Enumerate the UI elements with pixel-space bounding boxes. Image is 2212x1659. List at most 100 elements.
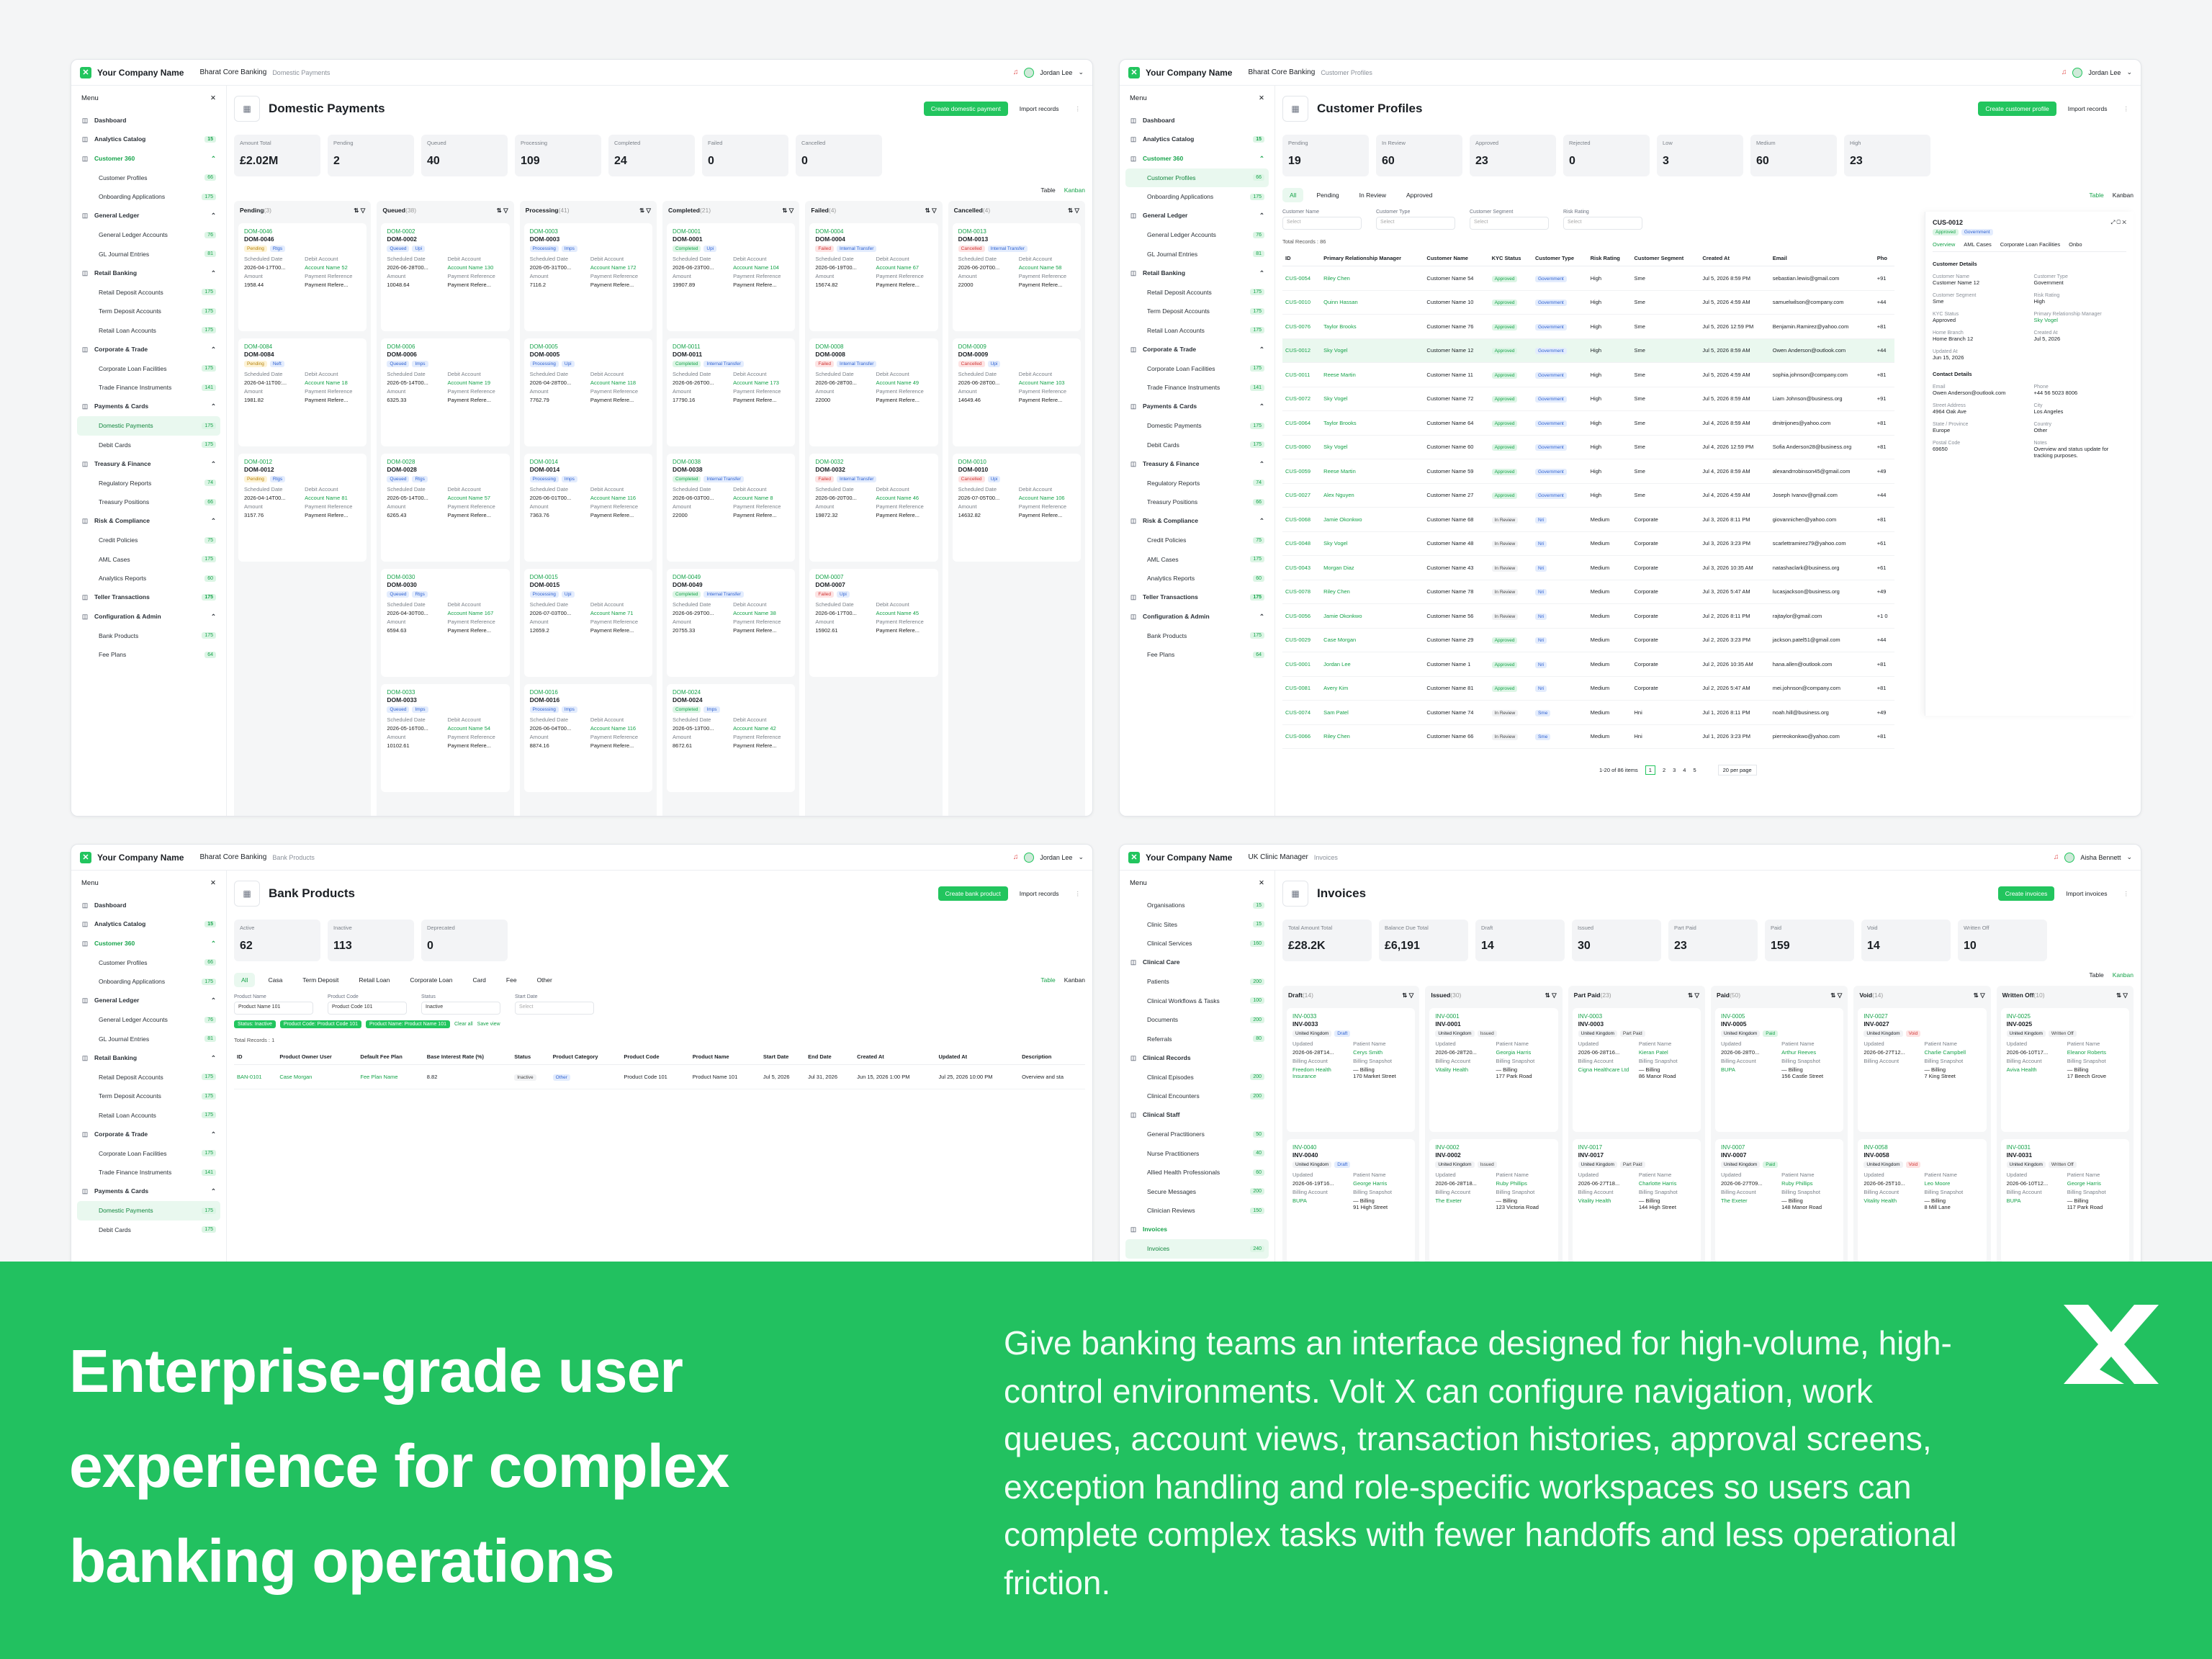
patient-name-link[interactable]: Cerys Smith <box>1353 1049 1409 1056</box>
sidebar-item[interactable]: ◫ Dashboard <box>77 896 220 915</box>
create-button[interactable]: Create domestic payment <box>923 102 1008 116</box>
chevron-up-icon[interactable]: ⌃ <box>211 1054 216 1062</box>
close-icon[interactable]: ✕ <box>210 879 216 887</box>
card-id-link[interactable]: DOM-0009 <box>958 343 1075 350</box>
chevron-up-icon[interactable]: ⌃ <box>1259 212 1264 220</box>
invoice-card[interactable]: INV-0007 INV-0007 United Kingdom Paid Update… <box>1714 1139 1844 1263</box>
table-row[interactable]: CUS-0056 Jamie Okonkwo Customer Name 56 In … <box>1282 603 1894 629</box>
sidebar-item[interactable]: Referrals 80 <box>1125 1030 1269 1049</box>
filter-chip[interactable]: Status: Inactive <box>234 1020 276 1028</box>
column-header[interactable]: ID <box>1282 251 1321 266</box>
billing-account-link[interactable]: The Exeter <box>1435 1197 1491 1210</box>
debit-account-link[interactable]: Account Name 71 <box>590 610 647 616</box>
table-row[interactable]: CUS-0010 Quinn Hassan Customer Name 10 Appr… <box>1282 290 1894 315</box>
sidebar-item[interactable]: Customer Profiles 66 <box>77 953 220 973</box>
table-row[interactable]: CUS-0060 Sky Vogel Customer Name 60 Approve… <box>1282 435 1894 459</box>
chevron-up-icon[interactable]: ⌃ <box>211 613 216 621</box>
column-header[interactable]: Customer Name <box>1424 251 1489 266</box>
table-cell[interactable]: CUS-0011 <box>1282 362 1321 387</box>
table-row[interactable]: CUS-0012 Sky Vogel Customer Name 12 Approve… <box>1282 338 1894 363</box>
invoice-card[interactable]: INV-0058 INV-0058 United Kingdom Void Update… <box>1858 1139 1987 1263</box>
column-header[interactable]: Product Owner User <box>276 1049 358 1065</box>
table-cell[interactable]: CUS-0072 <box>1282 387 1321 411</box>
clear-all-link[interactable]: Clear all <box>454 1022 473 1027</box>
payment-card[interactable]: DOM-0009 DOM-0009 Cancelled Upi Scheduled Da… <box>952 338 1081 446</box>
billing-account-link[interactable]: Cigna Healthcare Ltd <box>1578 1066 1635 1079</box>
card-id-link[interactable]: DOM-0014 <box>530 459 647 465</box>
sort-filter-icon[interactable]: ⇅ ▽ <box>1545 992 1557 999</box>
close-icon[interactable]: ✕ <box>1259 94 1264 102</box>
sort-filter-icon[interactable]: ⇅ ▽ <box>1974 992 1985 999</box>
table-row[interactable]: BAN-0101 Case Morgan Fee Plan Name 8.82 Inac… <box>234 1064 1085 1089</box>
tab[interactable]: Retail Loan <box>351 973 397 987</box>
import-button[interactable]: Import invoices <box>2062 886 2111 901</box>
sidebar-item[interactable]: ◫ Dashboard <box>77 111 220 130</box>
import-button[interactable]: Import records <box>1015 102 1064 116</box>
sidebar-item[interactable]: Nurse Practitioners 40 <box>1125 1144 1269 1164</box>
sidebar-item[interactable]: Term Deposit Accounts 175 <box>77 302 220 321</box>
sidebar-item[interactable]: ◫ Corporate & Trade ⌃ <box>77 1125 220 1144</box>
table-cell[interactable]: Jamie Okonkwo <box>1321 603 1424 629</box>
sidebar-item[interactable]: Invoices 240 <box>1125 1239 1269 1259</box>
sidebar-item[interactable]: Clinician Reviews 150 <box>1125 1201 1269 1220</box>
sidebar-item[interactable]: Retail Deposit Accounts 175 <box>1125 283 1269 302</box>
card-id-link[interactable]: DOM-0024 <box>673 689 789 696</box>
patient-name-link[interactable]: Ruby Phillips <box>1781 1180 1838 1187</box>
chevron-up-icon[interactable]: ⌃ <box>211 212 216 220</box>
sidebar-item[interactable]: Retail Loan Accounts 175 <box>1125 321 1269 341</box>
tab[interactable]: Casa <box>261 973 289 987</box>
app-name[interactable]: UK Clinic Manager <box>1248 853 1308 861</box>
table-cell[interactable]: CUS-0001 <box>1282 652 1321 677</box>
sidebar-item[interactable]: Credit Policies 75 <box>77 531 220 550</box>
sidebar-item[interactable]: Trade Finance Instruments 141 <box>77 1163 220 1182</box>
sidebar-item[interactable]: Clinical Workflows & Tasks 100 <box>1125 992 1269 1011</box>
sidebar-item[interactable]: Regulatory Reports 74 <box>1125 474 1269 493</box>
debit-account-link[interactable]: Account Name 58 <box>1019 264 1075 271</box>
table-cell[interactable]: CUS-0074 <box>1282 700 1321 725</box>
column-header[interactable]: Base Interest Rate (%) <box>423 1049 512 1065</box>
sidebar-item[interactable]: Retail Deposit Accounts 175 <box>77 1068 220 1087</box>
chevron-up-icon[interactable]: ⌃ <box>211 1130 216 1138</box>
app-name[interactable]: Bharat Core Banking <box>199 853 266 861</box>
sidebar-item[interactable]: Onboarding Applications 175 <box>1125 187 1269 207</box>
billing-account-link[interactable]: Freedom Health Insurance <box>1292 1066 1349 1079</box>
column-header[interactable]: Product Category <box>549 1049 621 1065</box>
billing-account-link[interactable]: Aviva Health <box>2007 1066 2063 1079</box>
payment-card[interactable]: DOM-0030 DOM-0030 Queued Rtgs Scheduled Date… <box>381 569 510 677</box>
card-id-link[interactable]: DOM-0015 <box>530 574 647 580</box>
table-cell[interactable]: CUS-0029 <box>1282 628 1321 652</box>
sidebar-item[interactable]: AML Cases 175 <box>1125 550 1269 570</box>
chevron-up-icon[interactable]: ⌃ <box>211 517 216 525</box>
debit-account-link[interactable]: Account Name 42 <box>733 725 789 732</box>
invoice-card[interactable]: INV-0025 INV-0025 United Kingdom Written Of… <box>2000 1008 2129 1132</box>
sidebar-item[interactable]: Corporate Loan Facilities 175 <box>77 1144 220 1164</box>
column-header[interactable]: Updated At <box>935 1049 1020 1065</box>
debit-account-link[interactable]: Account Name 81 <box>305 495 361 501</box>
debit-account-link[interactable]: Account Name 116 <box>590 495 647 501</box>
tab[interactable]: Card <box>465 973 493 987</box>
card-id-link[interactable]: INV-0033 <box>1292 1013 1409 1020</box>
debit-account-link[interactable]: Account Name 38 <box>733 610 789 616</box>
billing-account-link[interactable]: The Exeter <box>1721 1197 1777 1210</box>
sort-filter-icon[interactable]: ⇅ ▽ <box>1068 207 1079 215</box>
chevron-up-icon[interactable]: ⌃ <box>1259 403 1264 410</box>
table-row[interactable]: CUS-0066 Riley Chen Customer Name 66 In Rev… <box>1282 724 1894 749</box>
tab[interactable]: All <box>234 973 256 987</box>
billing-account-link[interactable]: BUPA <box>1292 1197 1349 1210</box>
table-cell[interactable]: CUS-0012 <box>1282 338 1321 363</box>
table-cell[interactable]: Morgan Diaz <box>1321 555 1424 580</box>
billing-account-link[interactable]: Vitality Health <box>1578 1197 1635 1210</box>
table-row[interactable]: CUS-0048 Sky Vogel Customer Name 48 In Revi… <box>1282 531 1894 556</box>
sidebar-item[interactable]: ◫ General Ledger ⌃ <box>1125 207 1269 226</box>
table-cell[interactable]: CUS-0048 <box>1282 531 1321 556</box>
sidebar-item[interactable]: Customer Profiles 66 <box>77 168 220 188</box>
sidebar-item[interactable]: ◫ Invoices <box>1125 1220 1269 1240</box>
sidebar-item[interactable]: Customer Profiles 66 <box>1125 168 1269 187</box>
table-row[interactable]: CUS-0078 Riley Chen Customer Name 78 In Rev… <box>1282 580 1894 604</box>
payment-card[interactable]: DOM-0084 DOM-0084 Pending Neft Scheduled Dat… <box>238 338 367 446</box>
tab[interactable]: All <box>1282 188 1304 202</box>
sidebar-item[interactable]: Allied Health Professionals 60 <box>1125 1163 1269 1182</box>
sidebar-item[interactable]: ◫ Treasury & Finance ⌃ <box>77 454 220 474</box>
payment-card[interactable]: DOM-0013 DOM-0013 Cancelled Internal Transf… <box>952 223 1081 331</box>
notification-bell-icon[interactable]: ♫ <box>2062 68 2067 76</box>
